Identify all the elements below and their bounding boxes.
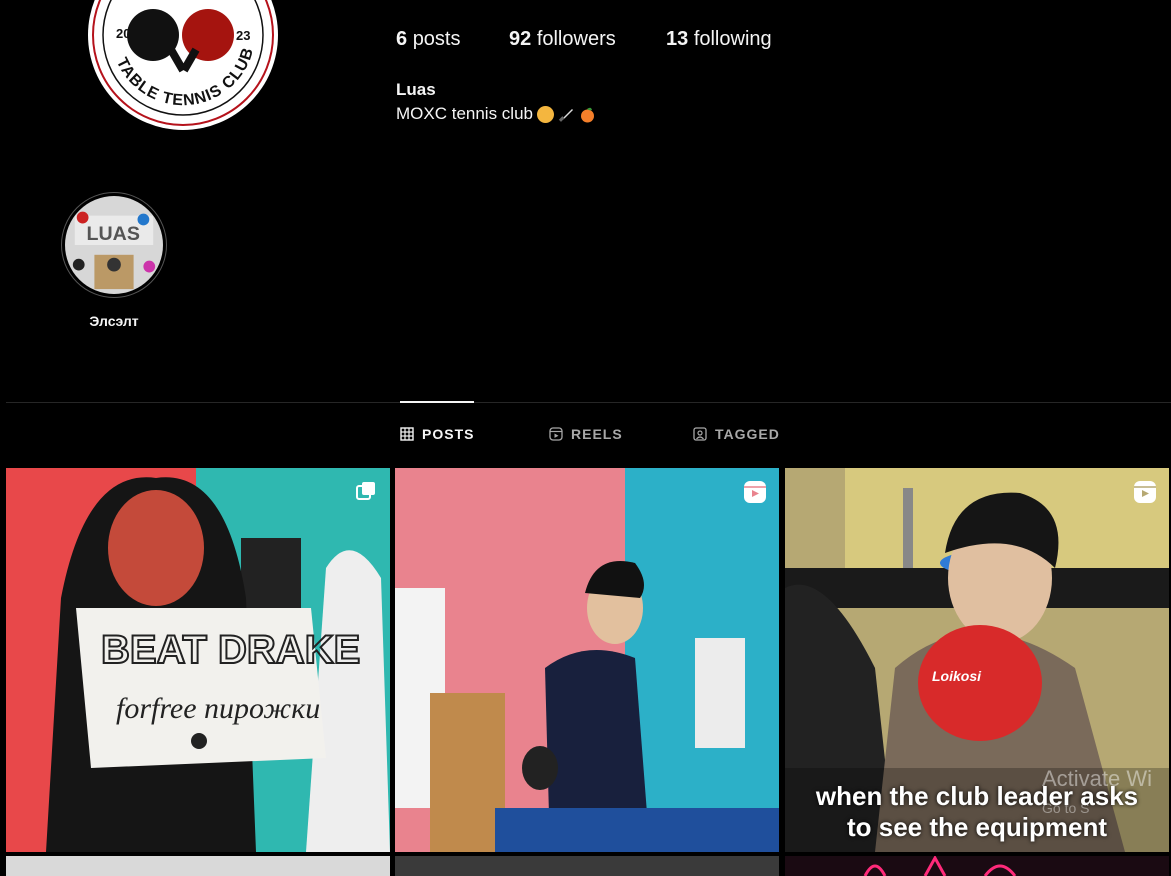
reels-icon (744, 481, 766, 503)
knife-icon (558, 108, 573, 122)
post-tile[interactable] (6, 856, 390, 876)
followers-count-value: 92 (509, 28, 532, 50)
logo-year-right: 23 (236, 28, 250, 43)
sign-line-1: BEAT DRAKE (101, 628, 360, 672)
sign-line-2: forfree пирожки (116, 692, 320, 725)
followers-link[interactable]: 92 followers (509, 28, 616, 51)
highlight-thumbnail: LUAS (65, 196, 163, 294)
post-tile[interactable] (395, 468, 779, 852)
following-label: following (693, 28, 772, 50)
post-image (863, 856, 1017, 876)
post-image (395, 468, 779, 852)
activate-windows-subtext: Go to S (1042, 800, 1090, 816)
profile-name: Luas (396, 80, 436, 99)
story-highlight[interactable]: LUAS (61, 192, 167, 298)
winking-face-icon (537, 105, 554, 123)
followers-label: followers (536, 28, 616, 50)
tab-tagged[interactable]: TAGGED (693, 426, 780, 442)
tab-tagged-label: TAGGED (715, 426, 780, 442)
tab-reels[interactable]: REELS (549, 426, 623, 442)
following-link[interactable]: 13 following (666, 28, 772, 51)
posts-count-label: posts (412, 28, 461, 50)
highlight-label: Элсэлт (89, 313, 139, 329)
tabs-divider (6, 402, 1171, 403)
reels-icon (549, 427, 563, 441)
highlight-image: LUAS (65, 196, 163, 294)
table-tennis-club-logo: 20 23 TABLE TENNIS CLUB (92, 0, 274, 126)
tab-reels-label: REELS (571, 426, 623, 442)
post-image: BEAT DRAKE forfree пирожки (6, 468, 390, 852)
tagged-icon (693, 427, 707, 441)
profile-bio: MOXC tennis club (396, 104, 596, 124)
post-tile[interactable] (785, 856, 1169, 876)
reels-icon (1134, 481, 1156, 503)
activate-windows-watermark: Activate Wi (1042, 766, 1153, 791)
post-tile[interactable]: BEAT DRAKE forfree пирожки (6, 468, 390, 852)
posts-count: 6 posts (396, 28, 461, 51)
svg-text:Loikosi: Loikosi (932, 668, 982, 684)
following-count-value: 13 (666, 28, 689, 50)
profile-avatar[interactable]: 20 23 TABLE TENNIS CLUB (88, 0, 278, 130)
peach-icon (581, 107, 594, 122)
svg-text:LUAS: LUAS (87, 223, 140, 245)
grid-icon (400, 427, 414, 441)
post-caption-line-2: to see the equipment (846, 812, 1108, 842)
bio-text: MOXC tennis club (396, 104, 533, 123)
post-tile[interactable]: Loikosi when the club leader asks to see… (785, 468, 1169, 852)
logo-year-left: 20 (116, 26, 130, 41)
post-tile[interactable] (395, 856, 779, 876)
tab-posts[interactable]: POSTS (400, 426, 474, 442)
posts-count-value: 6 (396, 28, 408, 50)
active-tab-indicator (400, 401, 474, 403)
carousel-icon (356, 482, 375, 500)
tab-posts-label: POSTS (422, 426, 475, 442)
